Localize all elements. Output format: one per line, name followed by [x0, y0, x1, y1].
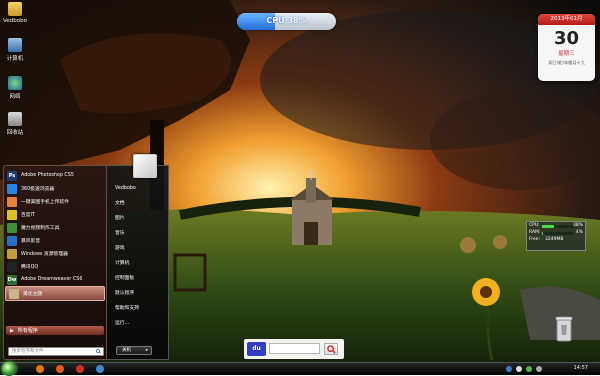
search-icon — [326, 345, 336, 354]
desktop-icon-label: 回收站 — [6, 130, 24, 136]
taskbar-app-icon[interactable] — [56, 365, 64, 373]
start-menu-place-item[interactable]: 默认程序 — [107, 286, 168, 301]
ram-value: 4% — [575, 230, 583, 235]
start-menu-place-item[interactable]: 图片 — [107, 211, 168, 226]
baidu-search-input[interactable] — [269, 343, 320, 354]
arrow-right-icon: ▶ — [10, 327, 14, 334]
cpu-value: 38% — [572, 223, 583, 228]
start-menu-program-item[interactable]: 一键美图手机上传软件 — [4, 195, 106, 208]
baofeng-icon — [7, 235, 17, 246]
start-menu-place-item[interactable]: 音乐 — [107, 226, 168, 241]
photoshop-icon: Ps — [7, 170, 17, 181]
program-label: 魔力视频制作工具 — [21, 226, 60, 231]
desktop-icon-user-folder[interactable]: Vedbobo — [2, 2, 28, 24]
start-menu-place-item[interactable]: 游戏 — [107, 241, 168, 256]
program-label: 一键美图手机上传软件 — [21, 200, 69, 205]
start-search-input[interactable]: 搜索程序和文件 — [8, 347, 104, 356]
calendar-gadget[interactable]: 2013年01月 30 星期三 癸巳(蛇)年腊月十九 — [538, 14, 595, 81]
browser-360-icon — [7, 183, 17, 194]
cpu-meter-gadget[interactable]: CPU 38% — [237, 13, 336, 30]
calendar-month: 2013年01月 — [538, 14, 595, 25]
start-menu-program-item[interactable]: 暴风影音 — [4, 234, 106, 247]
desktop-icon-recycle-bin[interactable]: 回收站 — [2, 112, 28, 136]
program-label: Windows 资源管理器 — [21, 252, 68, 257]
baidu-logo-icon: du — [247, 342, 266, 356]
free-value: 3249MB — [545, 237, 564, 242]
start-menu-program-item[interactable]: Dw Adobe Dreamweaver CS6 — [4, 273, 106, 286]
desktop-icon-label: 网络 — [9, 94, 21, 100]
program-label: 360极速浏览器 — [21, 187, 55, 192]
start-menu-programs-pane: Ps Adobe Photoshop CS5 360极速浏览器一键美图手机上传软件百… — [3, 165, 107, 360]
meitu-icon — [7, 196, 17, 207]
start-menu-place-item[interactable]: 运行... — [107, 316, 168, 331]
tray-icon[interactable] — [506, 366, 512, 372]
start-menu-program-item[interactable]: 魔力视频制作工具 — [4, 221, 106, 234]
baidu-search-button[interactable] — [324, 343, 338, 355]
tray-icon[interactable] — [516, 366, 522, 372]
desktop-icon-network[interactable]: 网络 — [2, 76, 28, 100]
recycle-bin-gadget-icon[interactable] — [554, 315, 574, 343]
qq-icon — [7, 261, 17, 272]
start-menu: Ps Adobe Photoshop CS5 360极速浏览器一键美图手机上传软件百… — [3, 154, 169, 360]
start-menu-program-item[interactable]: Windows 资源管理器 — [4, 247, 106, 260]
taskbar: 14:57 — [0, 362, 600, 376]
recycle-bin-icon — [8, 112, 22, 126]
program-label: 暴风影音 — [21, 239, 41, 244]
start-menu-program-item[interactable]: 百度IT — [4, 208, 106, 221]
start-menu-place-item[interactable]: 帮助和支持 — [107, 301, 168, 316]
program-label: 美化主题 — [23, 292, 43, 297]
video-maker-icon — [7, 222, 17, 233]
program-label: 百度IT — [21, 213, 35, 218]
program-label: Adobe Photoshop CS5 — [21, 173, 74, 178]
taskbar-app-icon[interactable] — [76, 365, 84, 373]
cpu-label: CPU: — [529, 223, 540, 228]
shutdown-button[interactable]: 关机 ▸ — [116, 346, 152, 355]
theme-icon — [9, 288, 19, 299]
start-menu-place-item[interactable]: 文档 — [107, 196, 168, 211]
calendar-weekday: 星期三 — [558, 51, 575, 57]
explorer-icon — [7, 248, 17, 259]
desktop-icon-computer[interactable]: 计算机 — [2, 38, 28, 62]
ram-usage-bar — [542, 232, 573, 235]
start-menu-place-item[interactable]: 控制面板 — [107, 271, 168, 286]
program-label: Adobe Dreamweaver CS6 — [21, 277, 83, 282]
start-menu-place-item[interactable]: 计算机 — [107, 256, 168, 271]
arrow-right-icon: ▸ — [145, 348, 148, 353]
baidu-search-gadget: du — [244, 339, 344, 359]
desktop-icon-label: 计算机 — [6, 56, 24, 62]
start-menu-program-item[interactable]: 360极速浏览器 — [4, 182, 106, 195]
all-programs-button[interactable]: ▶ 所有程序 — [6, 326, 104, 335]
network-icon — [8, 76, 22, 90]
taskbar-app-icon[interactable] — [96, 365, 104, 373]
cpu-meter-text: CPU 38% — [266, 16, 307, 25]
desktop-icon-label: Vedbobo — [3, 18, 27, 24]
tray-icon[interactable] — [526, 366, 532, 372]
system-monitor-gadget[interactable]: CPU: 38% RAM: 4% Free: 3249MB — [526, 221, 586, 251]
program-label: 腾讯QQ — [21, 265, 39, 270]
cpu-usage-bar — [542, 225, 573, 228]
start-menu-place-item[interactable]: Vedbobo — [107, 181, 168, 196]
ram-label: RAM: — [529, 230, 541, 235]
free-label: Free: — [529, 237, 541, 242]
start-menu-places-pane: Vedbobo 文档 图片 音乐 游戏 计算机 控制面板 默认程序 帮助和支持 运行... 关机 … — [107, 154, 169, 360]
taskbar-clock[interactable]: 14:57 — [574, 365, 588, 371]
taskbar-app-icon[interactable] — [36, 365, 44, 373]
colorful-icon — [7, 209, 17, 220]
calendar-day: 30 — [553, 28, 580, 49]
tray-icon[interactable] — [536, 366, 542, 372]
calendar-lunar-date: 癸巳(蛇)年腊月十九 — [548, 60, 585, 65]
computer-icon — [8, 38, 22, 52]
user-picture[interactable] — [133, 154, 157, 178]
search-icon — [96, 349, 101, 354]
start-menu-program-item[interactable]: 美化主题 — [5, 286, 105, 301]
start-button[interactable] — [2, 362, 16, 376]
dreamweaver-icon: Dw — [7, 274, 17, 285]
start-menu-program-item[interactable]: Ps Adobe Photoshop CS5 — [4, 169, 106, 182]
folder-icon — [8, 2, 22, 16]
start-menu-program-item[interactable]: 腾讯QQ — [4, 260, 106, 273]
